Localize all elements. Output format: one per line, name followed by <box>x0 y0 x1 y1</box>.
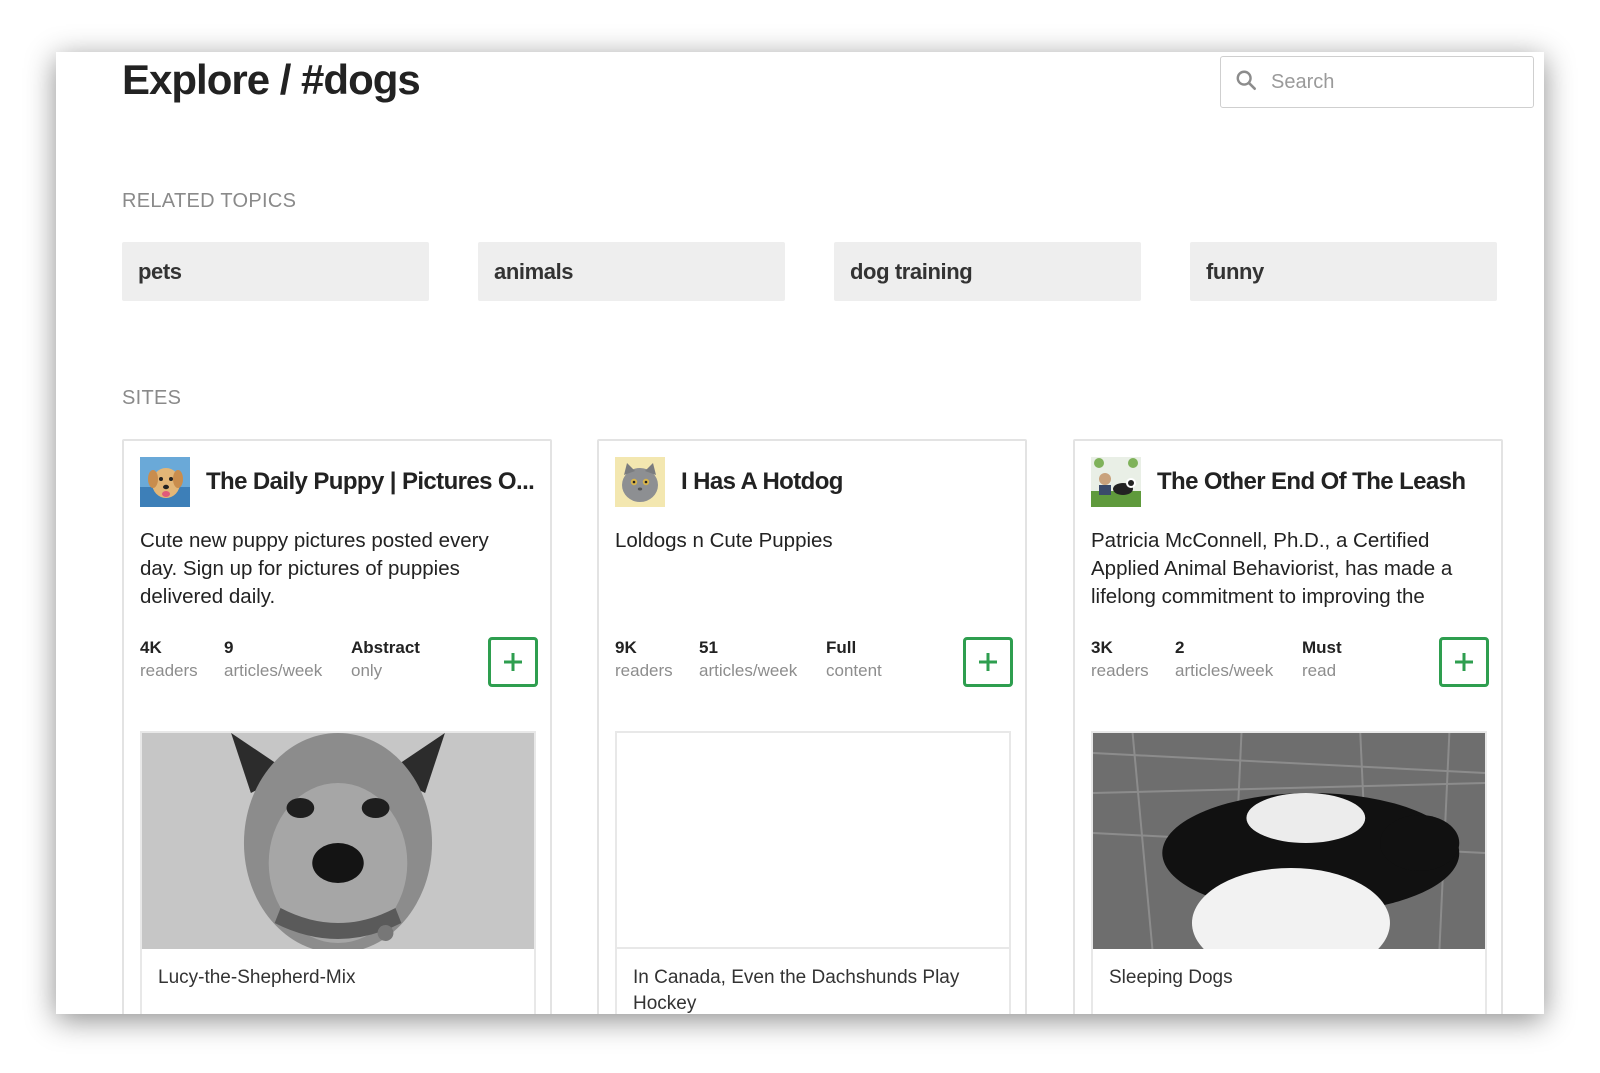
follow-button[interactable] <box>963 637 1013 687</box>
site-card-header: The Other End Of The Leash <box>1091 457 1491 507</box>
article-preview[interactable]: In Canada, Even the Dachshunds Play Hock… <box>615 731 1011 1014</box>
stat-label: readers <box>1091 661 1149 680</box>
page-title: Explore / #dogs <box>122 56 421 103</box>
stat-articles: 2 articles/week <box>1175 637 1273 683</box>
stat-articles: 9 articles/week <box>224 637 322 683</box>
topic-chip-pets[interactable]: pets <box>122 242 429 301</box>
article-image <box>1093 733 1485 949</box>
topic-chip-animals[interactable]: animals <box>478 242 785 301</box>
site-description: Patricia McConnell, Ph.D., a Certified A… <box>1091 529 1453 608</box>
stat-label: content <box>826 661 882 680</box>
site-title[interactable]: The Daily Puppy | Pictures O... <box>206 468 534 496</box>
article-image-placeholder <box>617 733 1009 949</box>
stat-value: 9K <box>615 638 637 657</box>
search-input[interactable] <box>1271 70 1511 94</box>
stat-articles: 51 articles/week <box>699 637 797 683</box>
stat-value: 3K <box>1091 638 1113 657</box>
site-card[interactable]: The Other End Of The Leash Patricia McCo… <box>1073 439 1503 1014</box>
article-image <box>142 733 534 949</box>
site-avatar <box>1091 457 1141 507</box>
related-topics-label: RELATED TOPICS <box>122 190 297 212</box>
site-avatar <box>140 457 190 507</box>
stat-value: 2 <box>1175 638 1185 657</box>
stat-content: Abstract only <box>351 637 420 683</box>
plus-icon <box>1455 653 1473 671</box>
stat-value: Must <box>1302 638 1342 657</box>
site-title[interactable]: I Has A Hotdog <box>681 468 843 496</box>
sites-label: SITES <box>122 387 182 409</box>
site-card[interactable]: The Daily Puppy | Pictures O... Cute new… <box>122 439 552 1014</box>
site-description: Cute new puppy pictures posted every day… <box>140 529 489 608</box>
stat-label: readers <box>140 661 198 680</box>
stat-label: articles/week <box>224 661 323 680</box>
stat-content: Full content <box>826 637 882 683</box>
site-card[interactable]: I Has A Hotdog Loldogs n Cute Puppies 9K… <box>597 439 1027 1014</box>
search-icon <box>1235 69 1257 96</box>
topic-chip-funny[interactable]: funny <box>1190 242 1497 301</box>
stat-label: only <box>351 661 383 680</box>
site-title[interactable]: The Other End Of The Leash <box>1157 468 1465 496</box>
stat-readers: 4K readers <box>140 637 198 683</box>
plus-icon <box>504 653 522 671</box>
article-preview[interactable]: Sleeping Dogs <box>1091 731 1487 1014</box>
stat-readers: 3K readers <box>1091 637 1149 683</box>
stat-value: 9 <box>224 638 234 657</box>
stat-value: Abstract <box>351 638 420 657</box>
app-window: Explore / #dogs RELATED TOPICS pets anim… <box>56 52 1544 1014</box>
stat-label: articles/week <box>699 661 798 680</box>
plus-icon <box>979 653 997 671</box>
article-title[interactable]: Lucy-the-Shepherd-Mix <box>158 965 518 991</box>
stat-readers: 9K readers <box>615 637 673 683</box>
article-title[interactable]: Sleeping Dogs <box>1109 965 1469 991</box>
site-avatar <box>615 457 665 507</box>
site-card-header: The Daily Puppy | Pictures O... <box>140 457 540 507</box>
stat-value: Full <box>826 638 857 657</box>
article-title[interactable]: In Canada, Even the Dachshunds Play Hock… <box>633 965 993 1014</box>
site-description: Loldogs n Cute Puppies <box>615 529 833 552</box>
stat-label: readers <box>615 661 673 680</box>
follow-button[interactable] <box>1439 637 1489 687</box>
stat-label: articles/week <box>1175 661 1274 680</box>
topic-chip-dog-training[interactable]: dog training <box>834 242 1141 301</box>
article-preview[interactable]: Lucy-the-Shepherd-Mix <box>140 731 536 1014</box>
stat-value: 4K <box>140 638 162 657</box>
site-card-header: I Has A Hotdog <box>615 457 1015 507</box>
stat-content: Must read <box>1302 637 1342 683</box>
stat-label: read <box>1302 661 1337 680</box>
follow-button[interactable] <box>488 637 538 687</box>
search-box[interactable] <box>1220 56 1534 108</box>
stat-value: 51 <box>699 638 718 657</box>
